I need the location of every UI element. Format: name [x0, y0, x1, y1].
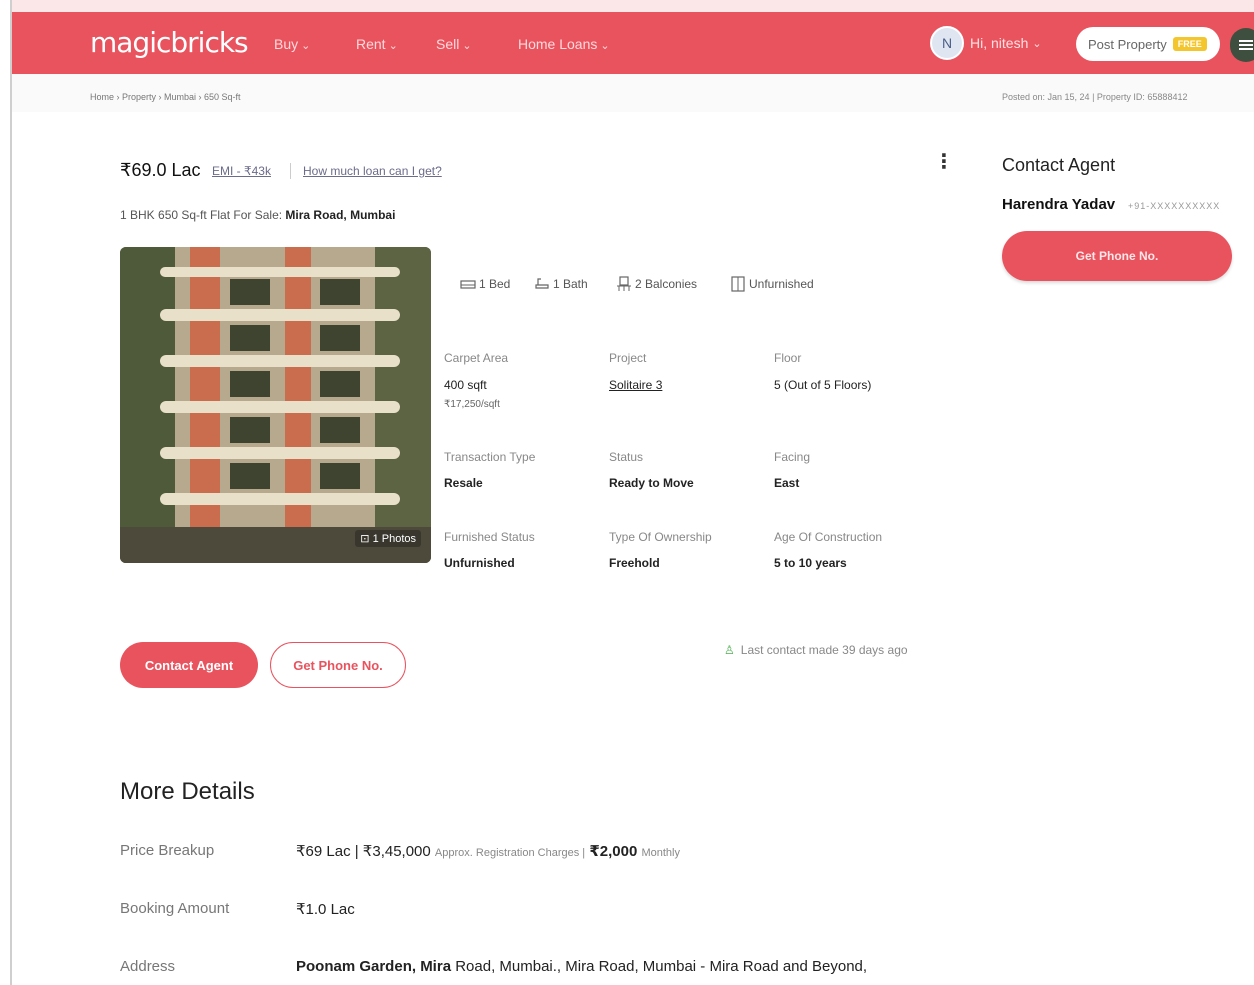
floor-label: Floor [774, 351, 802, 365]
amenity-beds: 1 Bed [460, 276, 510, 292]
more-options-icon[interactable]: ⋮ [934, 152, 954, 172]
facing-value: East [774, 476, 800, 490]
photo-count-badge[interactable]: ⊡ 1 Photos [355, 530, 421, 547]
nav-sell-label: Sell [436, 36, 460, 52]
booking-amount-label: Booking Amount [120, 900, 230, 917]
last-contact-label: Last contact made 39 days ago [740, 643, 908, 657]
agent-get-phone-button[interactable]: Get Phone No. [1002, 231, 1232, 281]
age-of-construction-value: 5 to 10 years [774, 556, 847, 570]
image-icon: ⊡ [360, 533, 370, 545]
contact-agent-heading: Contact Agent [1002, 155, 1116, 175]
furnished-status-label: Furnished Status [444, 530, 535, 544]
property-photo[interactable]: ⊡ 1 Photos [120, 247, 431, 563]
nav-rent[interactable]: Rent ⌄ [356, 36, 398, 52]
nav-home-loans[interactable]: Home Loans ⌄ [518, 36, 610, 52]
listing-subtitle-prefix: 1 BHK 650 Sq-ft Flat For Sale [120, 208, 279, 222]
photo-count-label: 1 Photos [372, 533, 416, 545]
maintenance-note: Monthly [641, 847, 680, 859]
chevron-down-icon: ⌄ [462, 40, 472, 52]
chevron-down-icon: ⌄ [388, 40, 398, 52]
status-value: Ready to Move [609, 476, 694, 490]
amenity-furnishing: Unfurnished [730, 276, 814, 292]
maintenance-amount: ₹2,000 [589, 843, 638, 860]
furnished-status-value: Unfurnished [444, 556, 515, 570]
amenity-baths: 1 Bath [534, 276, 588, 292]
post-property-button[interactable]: Post Property FREE [1076, 27, 1220, 61]
free-badge: FREE [1172, 37, 1207, 51]
registration-note: Approx. Registration Charges | [434, 847, 586, 859]
nav-sell[interactable]: Sell ⌄ [436, 36, 472, 52]
chevron-down-icon: ⌄ [1032, 37, 1042, 50]
breadcrumb[interactable]: Home › Property › Mumbai › 650 Sq-ft [90, 92, 241, 102]
agent-name: Harendra Yadav [1002, 196, 1116, 213]
user-name: Hi, nitesh [970, 35, 1029, 51]
price-breakup-label: Price Breakup [120, 842, 215, 859]
balcony-icon [617, 276, 631, 291]
nav-buy[interactable]: Buy ⌄ [274, 36, 310, 52]
project-link[interactable]: Solitaire 3 [609, 378, 662, 392]
chevron-down-icon: ⌄ [301, 40, 311, 52]
post-property-label: Post Property [1088, 36, 1167, 52]
transaction-type-label: Transaction Type [444, 450, 536, 464]
booking-amount-value: ₹1.0 Lac [296, 901, 355, 918]
status-label: Status [609, 450, 644, 464]
furnishing-icon [731, 276, 745, 292]
page-frame: magicbricks Buy ⌄ Rent ⌄ Sell ⌄ Home Loans ⌄… [10, 0, 1254, 985]
amenity-beds-label: 1 Bed [479, 277, 511, 291]
age-of-construction-label: Age Of Construction [774, 530, 883, 544]
nav-rent-label: Rent [356, 36, 386, 52]
project-label: Project [609, 351, 647, 365]
more-details-heading: More Details [120, 778, 255, 805]
carpet-area-value: 400 sqft [444, 378, 487, 392]
amenity-balconies: 2 Balconies [616, 276, 697, 292]
contact-agent-button[interactable]: Contact Agent [120, 642, 258, 688]
chevron-down-icon: ⌄ [600, 40, 610, 52]
loan-eligibility-link[interactable]: How much loan can I get? [303, 164, 442, 178]
nav-buy-label: Buy [274, 36, 299, 52]
user-icon: ♙ [724, 643, 735, 657]
get-phone-button[interactable]: Get Phone No. [270, 642, 406, 688]
address-label: Address [120, 958, 176, 975]
nav-home-loans-label: Home Loans [518, 36, 598, 52]
floor-value: 5 (Out of 5 Floors) [774, 378, 872, 392]
address-value: Poonam Garden, Mira Road, Mumbai., Mira … [296, 958, 867, 975]
posted-info: Posted on: Jan 15, 24 | Property ID: 658… [1002, 92, 1188, 102]
listing-subtitle: 1 BHK 650 Sq-ft Flat For Sale: Mira Road… [120, 208, 396, 222]
site-logo[interactable]: magicbricks [90, 26, 249, 59]
user-menu[interactable]: N Hi, nitesh ⌄ [930, 26, 1042, 60]
ownership-value: Freehold [609, 556, 660, 570]
hamburger-menu-icon[interactable] [1230, 28, 1254, 62]
price-breakup-main: ₹69 Lac | ₹3,45,000 [296, 843, 431, 860]
emi-link[interactable]: EMI - ₹43k [212, 164, 271, 178]
bath-icon [535, 278, 549, 289]
divider [290, 163, 291, 179]
transaction-type-value: Resale [444, 476, 483, 490]
avatar: N [930, 26, 964, 60]
amenity-balconies-label: 2 Balconies [635, 277, 698, 291]
facing-label: Facing [774, 450, 811, 464]
ownership-label: Type Of Ownership [609, 530, 712, 544]
price-breakup-value: ₹69 Lac | ₹3,45,000 Approx. Registration… [296, 842, 680, 860]
listing-price: ₹69.0 Lac [120, 160, 201, 180]
amenity-baths-label: 1 Bath [553, 277, 588, 291]
address-bold: Poonam Garden, Mira [296, 958, 452, 975]
address-rest: Road, Mumbai., Mira Road, Mumbai - Mira … [451, 958, 868, 975]
agent-phone-masked: +91-XXXXXXXXXX [1128, 201, 1221, 211]
carpet-area-label: Carpet Area [444, 351, 509, 365]
price-per-sqft: ₹17,250/sqft [444, 399, 500, 410]
bed-icon [460, 280, 476, 289]
listing-location: Mira Road, Mumbai [285, 208, 396, 222]
last-contact-info: ♙ Last contact made 39 days ago [724, 643, 908, 657]
top-strip [12, 0, 1254, 12]
amenity-furnishing-label: Unfurnished [749, 277, 814, 291]
building-image [120, 247, 431, 563]
